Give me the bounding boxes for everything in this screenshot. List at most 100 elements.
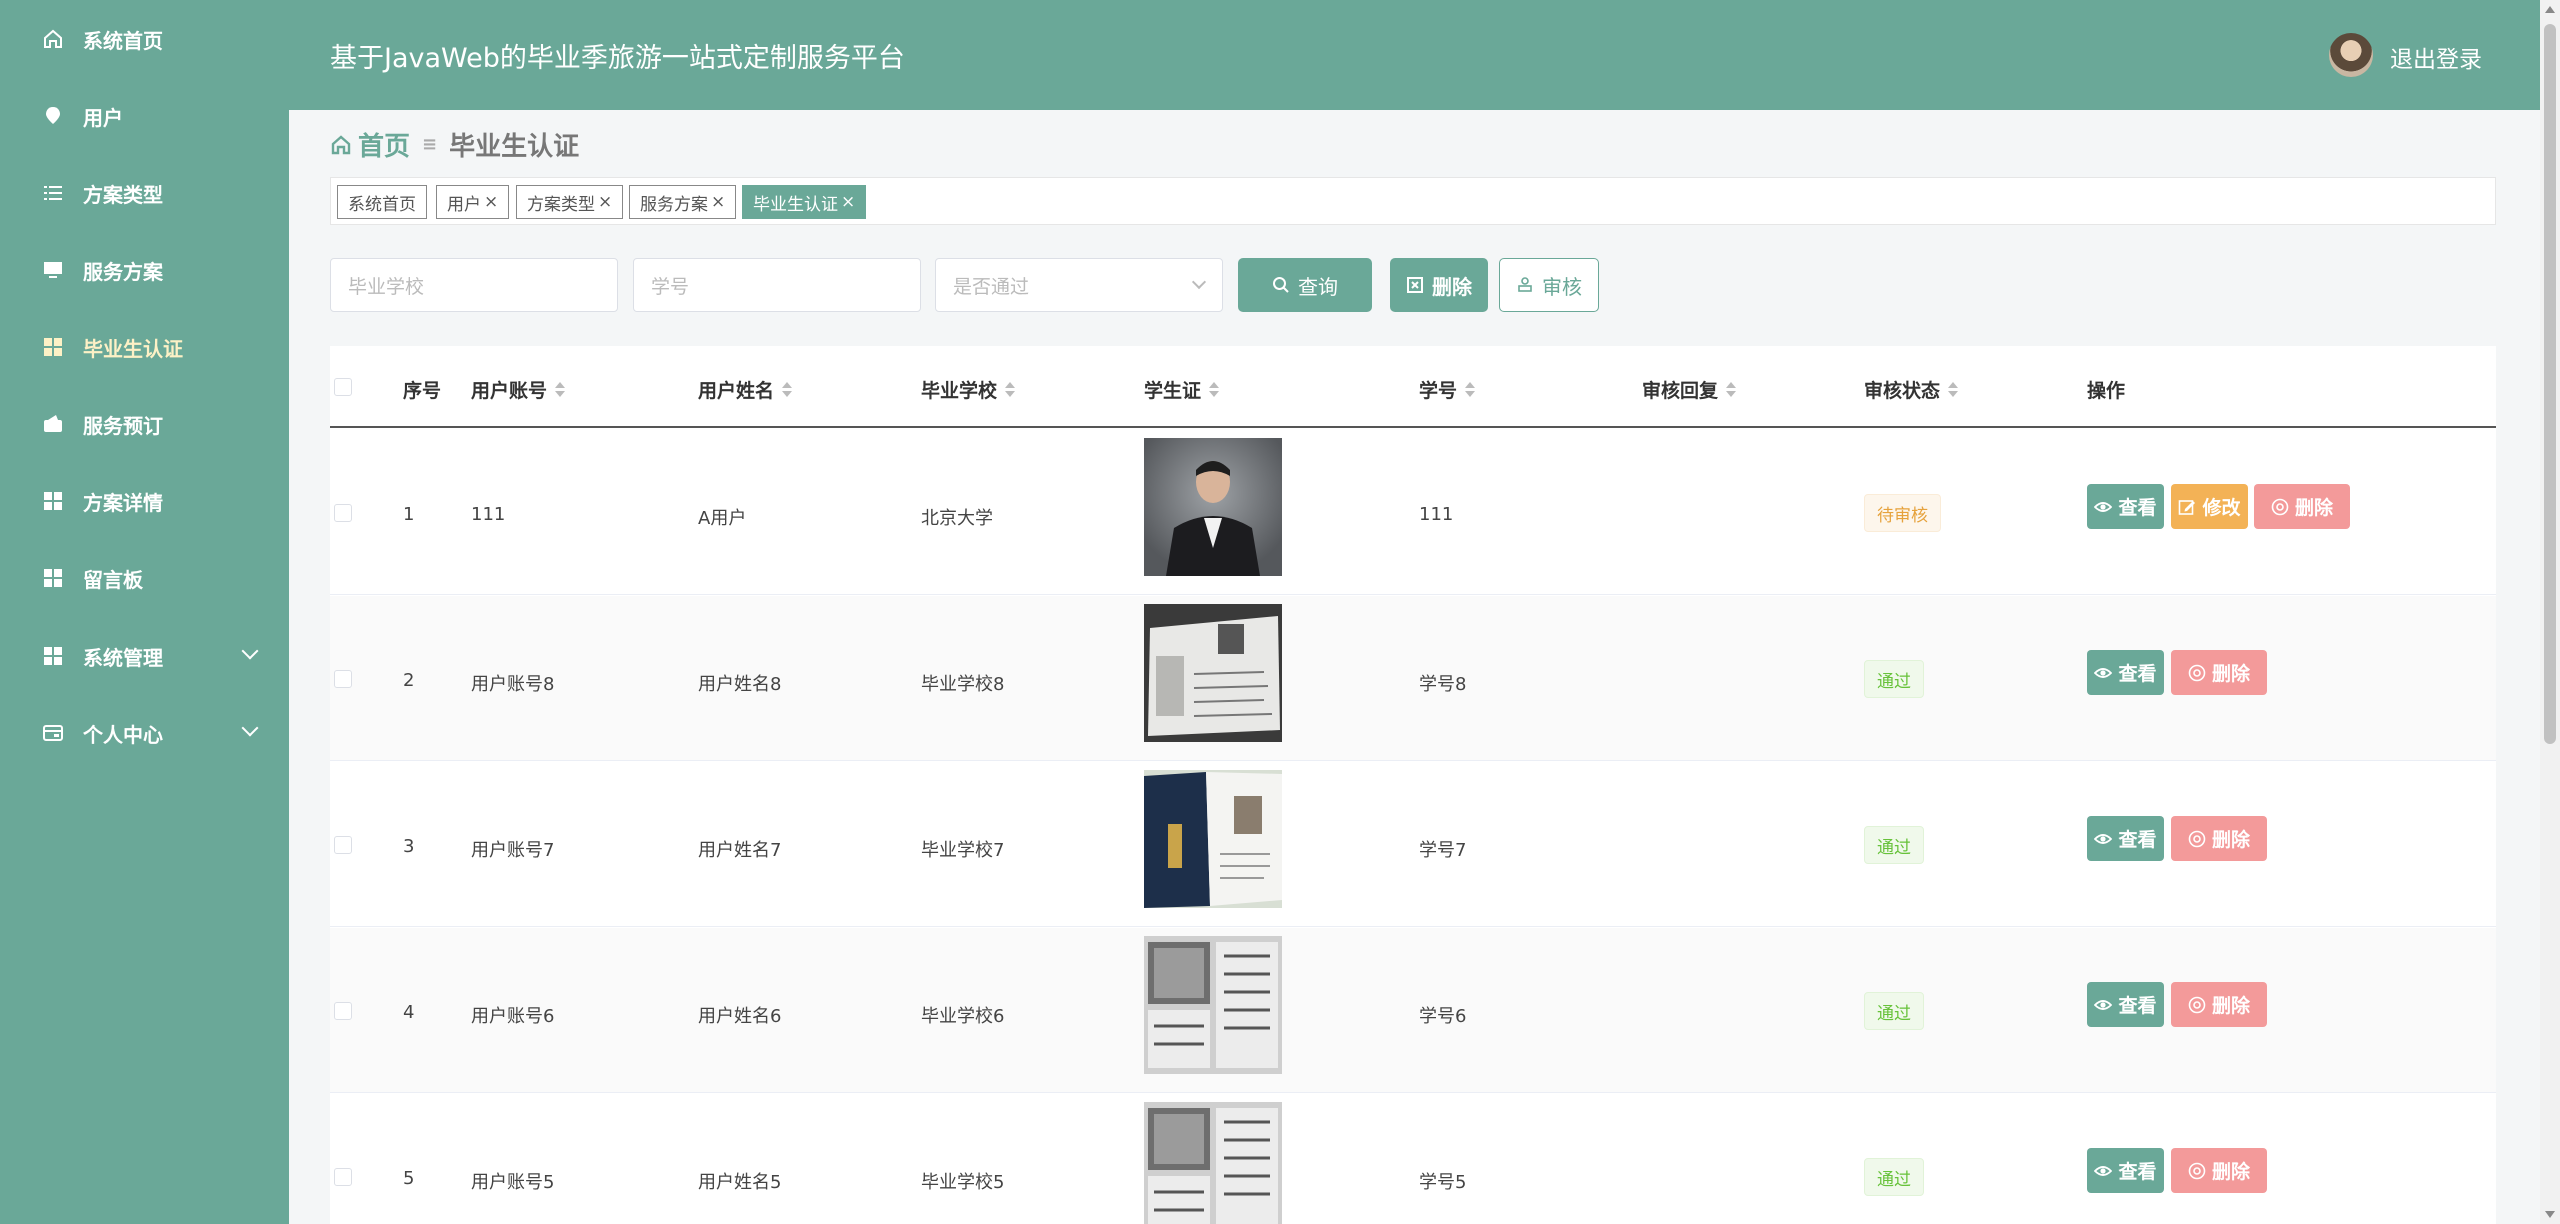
column-header-name[interactable]: 用户姓名 [698, 376, 793, 403]
sidebar-item-plan-types[interactable]: 方案类型 [0, 163, 289, 223]
review-button[interactable]: 审核 [1499, 258, 1599, 312]
column-header-account[interactable]: 用户账号 [471, 376, 566, 403]
sort-icon[interactable] [555, 382, 566, 397]
breadcrumb-home[interactable]: 首页 [330, 126, 410, 163]
sidebar-item-label: 个人中心 [83, 722, 163, 747]
query-button[interactable]: 查询 [1238, 258, 1372, 312]
row-checkbox[interactable] [334, 1002, 352, 1020]
query-button-label: 查询 [1298, 274, 1338, 299]
sidebar-item-plan-details[interactable]: 方案详情 [0, 471, 289, 531]
close-circle-icon [2188, 664, 2206, 681]
tags-view-bar: 系统首页 用户 × 方案类型 × 服务方案 × 毕业生认证 × [330, 177, 2496, 225]
student-card-photo[interactable] [1144, 1102, 1282, 1224]
sidebar-item-service-plans[interactable]: 服务方案 [0, 240, 289, 300]
column-header-student-card[interactable]: 学生证 [1144, 376, 1220, 403]
delete-button-label: 删除 [2294, 497, 2333, 519]
view-button[interactable]: 查看 [2087, 650, 2164, 695]
home-icon [331, 134, 351, 154]
sidebar-item-home[interactable]: 系统首页 [0, 9, 289, 69]
edit-button[interactable]: 修改 [2171, 484, 2248, 529]
sort-icon[interactable] [1209, 382, 1220, 397]
batch-delete-button-label: 删除 [1432, 274, 1472, 299]
close-icon[interactable]: × [598, 192, 612, 212]
cell-index: 1 [403, 504, 415, 525]
cell-index: 3 [403, 836, 415, 857]
passed-select[interactable]: 是否通过 [935, 258, 1223, 312]
delete-button[interactable]: 删除 [2171, 650, 2267, 695]
sidebar-item-service-booking[interactable]: 服务预订 [0, 394, 289, 454]
delete-button[interactable]: 删除 [2171, 1148, 2267, 1193]
sidebar-item-message-board[interactable]: 留言板 [0, 548, 289, 608]
sort-icon[interactable] [1726, 382, 1737, 397]
sort-icon[interactable] [1465, 382, 1476, 397]
sidebar-item-users[interactable]: 用户 [0, 86, 289, 146]
select-all-checkbox[interactable] [334, 378, 352, 396]
student-no-search-placeholder: 学号 [651, 275, 690, 298]
delete-button[interactable]: 删除 [2171, 816, 2267, 861]
cell-name: 用户姓名8 [698, 674, 782, 695]
column-header-school[interactable]: 毕业学校 [921, 376, 1016, 403]
delete-button[interactable]: 删除 [2171, 982, 2267, 1027]
logout-button[interactable]: 退出登录 [2390, 40, 2482, 74]
tag-graduate-auth[interactable]: 毕业生认证 × [742, 185, 867, 219]
view-button[interactable]: 查看 [2087, 982, 2164, 1027]
close-circle-icon [2188, 996, 2206, 1013]
eye-icon [2094, 999, 2113, 1010]
delete-button[interactable]: 删除 [2254, 484, 2350, 529]
student-card-photo[interactable] [1144, 438, 1282, 576]
view-button[interactable]: 查看 [2087, 1148, 2164, 1193]
avatar[interactable] [2329, 33, 2373, 77]
column-header-label: 用户账号 [471, 380, 548, 402]
sidebar-item-graduate-auth[interactable]: 毕业生认证 [0, 317, 289, 377]
row-checkbox[interactable] [334, 1168, 352, 1186]
tag-home[interactable]: 系统首页 [337, 185, 427, 219]
view-button[interactable]: 查看 [2087, 816, 2164, 861]
tag-label: 毕业生认证 [753, 194, 838, 215]
grid-icon [42, 645, 64, 667]
row-checkbox[interactable] [334, 504, 352, 522]
school-search-input[interactable]: 毕业学校 [330, 258, 618, 312]
edit-icon [2179, 499, 2196, 515]
sidebar-item-personal-center[interactable]: 个人中心 [0, 703, 289, 763]
scroll-up-arrow-icon[interactable] [2545, 6, 2555, 13]
eye-icon [2094, 833, 2113, 844]
close-icon[interactable]: × [841, 192, 855, 212]
table-row: 1 111 A用户 北京大学 111 待审核 查看 修改 删除 [330, 430, 2496, 595]
view-button[interactable]: 查看 [2087, 484, 2164, 529]
student-no-search-input[interactable]: 学号 [633, 258, 921, 312]
stamp-icon [1518, 277, 1532, 292]
table-header: 序号 用户账号 用户姓名 毕业学校 学生证 学号 审核回复 审核状态 操作 [330, 346, 2496, 428]
scroll-thumb[interactable] [2544, 24, 2556, 744]
table-row: 2 用户账号8 用户姓名8 毕业学校8 学号8 通过 查看 删除 [330, 596, 2496, 761]
delete-button-label: 删除 [2211, 995, 2250, 1017]
column-header-label: 审核回复 [1642, 380, 1719, 402]
row-checkbox[interactable] [334, 836, 352, 854]
page-scrollbar[interactable] [2540, 0, 2560, 1224]
column-header-status[interactable]: 审核状态 [1864, 376, 1959, 403]
sidebar-item-system-management[interactable]: 系统管理 [0, 626, 289, 686]
table-row: 3 用户账号7 用户姓名7 毕业学校7 学号7 通过 查看 删除 [330, 762, 2496, 927]
sort-icon[interactable] [782, 382, 793, 397]
batch-delete-button[interactable]: 删除 [1390, 258, 1488, 312]
column-header-student-no[interactable]: 学号 [1419, 376, 1476, 403]
student-card-photo[interactable] [1144, 770, 1282, 908]
sidebar-item-label: 用户 [83, 105, 123, 130]
home-icon [42, 28, 64, 50]
scroll-down-arrow-icon[interactable] [2545, 1211, 2555, 1218]
student-card-photo[interactable] [1144, 604, 1282, 742]
tag-users[interactable]: 用户 × [436, 185, 510, 219]
student-card-photo[interactable] [1144, 936, 1282, 1074]
delete-button-label: 删除 [2211, 829, 2250, 851]
top-header: 基于JavaWeb的毕业季旅游一站式定制服务平台 退出登录 [289, 0, 2540, 110]
tag-service-plans[interactable]: 服务方案 × [629, 185, 737, 219]
wallet-icon [42, 413, 64, 435]
sort-icon[interactable] [1005, 382, 1016, 397]
tag-plan-types[interactable]: 方案类型 × [516, 185, 624, 219]
chevron-down-icon [241, 719, 259, 737]
sort-icon[interactable] [1948, 382, 1959, 397]
cell-account: 111 [471, 504, 506, 525]
close-icon[interactable]: × [484, 192, 498, 212]
row-checkbox[interactable] [334, 670, 352, 688]
close-icon[interactable]: × [711, 192, 725, 212]
column-header-reply[interactable]: 审核回复 [1642, 376, 1737, 403]
